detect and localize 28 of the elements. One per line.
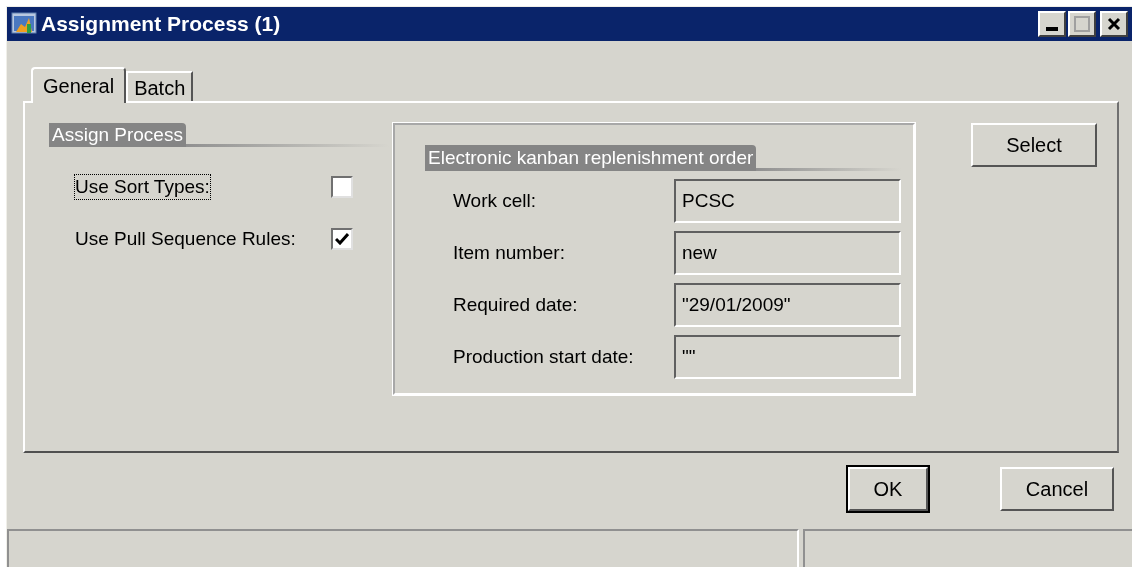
maximize-button[interactable]	[1068, 11, 1096, 37]
input-field[interactable]: new	[674, 231, 901, 275]
maximize-icon	[1074, 16, 1090, 32]
tab[interactable]: Batch	[126, 71, 194, 101]
close-button[interactable]	[1100, 11, 1128, 37]
field-label: Item number:	[453, 240, 566, 265]
checkbox[interactable]	[331, 176, 353, 198]
minimize-button[interactable]	[1038, 11, 1066, 37]
input-field[interactable]: "29/01/2009"	[674, 283, 901, 327]
input-field[interactable]: ""	[674, 335, 901, 379]
field-label: Work cell:	[453, 188, 538, 213]
tab[interactable]: General	[31, 67, 127, 103]
checkmark-icon	[335, 233, 349, 245]
checkbox[interactable]	[331, 228, 353, 250]
input-field[interactable]: PCSC	[674, 179, 901, 223]
checkbox-label: Use Pull Sequence Rules:	[75, 227, 296, 251]
checkbox-label: Use Sort Types:	[75, 175, 210, 199]
minimize-icon	[1046, 27, 1058, 31]
select-button[interactable]: Select	[971, 123, 1097, 167]
app-icon	[11, 12, 37, 36]
field-label: Required date:	[453, 292, 579, 317]
window-title: Assignment Process (1)	[41, 11, 281, 38]
group-heading: Assign Process	[49, 123, 186, 147]
dialog-button[interactable]: Cancel	[1000, 467, 1114, 511]
group-heading: Electronic kanban replenishment order	[425, 145, 757, 171]
field-label: Production start date:	[453, 344, 635, 369]
close-icon	[1107, 17, 1121, 31]
dialog-button[interactable]: OK	[848, 467, 928, 511]
